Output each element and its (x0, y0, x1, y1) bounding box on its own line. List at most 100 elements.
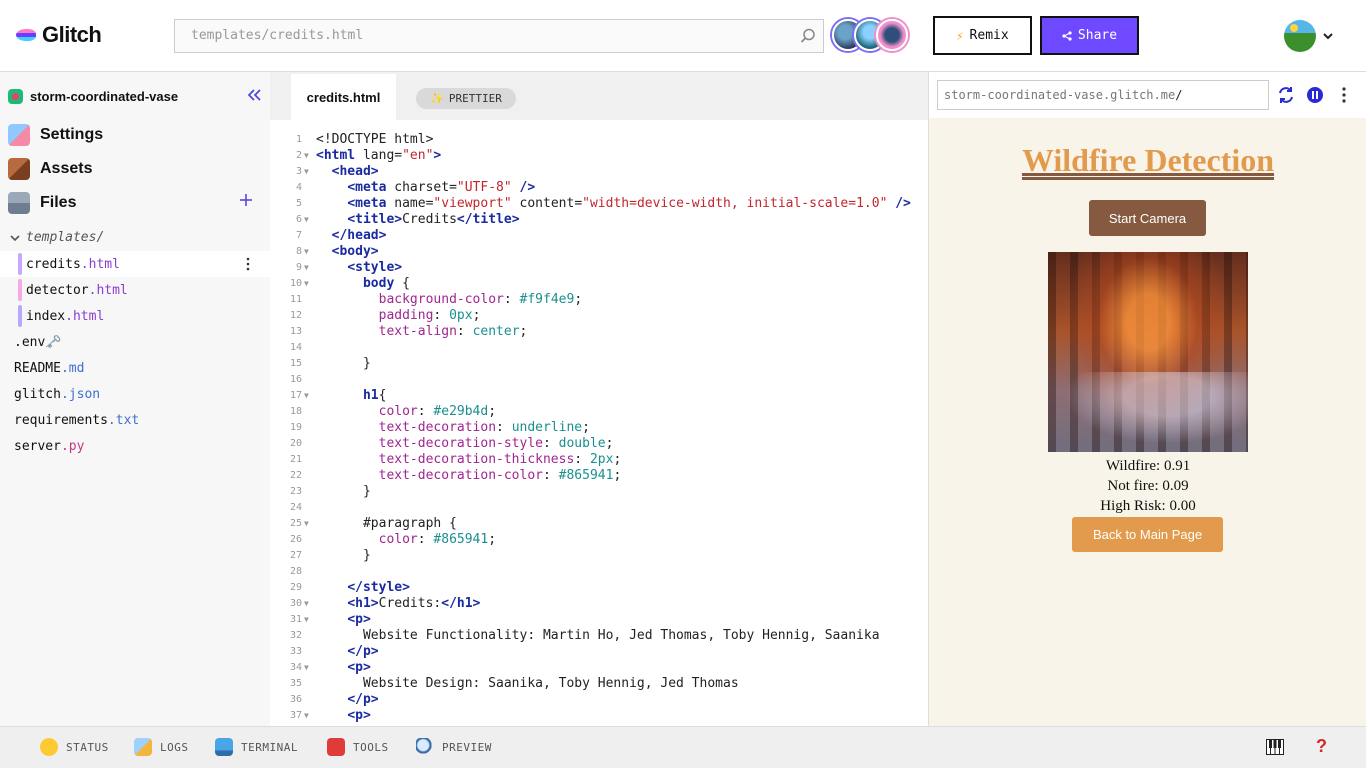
project-title[interactable]: storm-coordinated-vase (8, 89, 178, 104)
status-label: STATUS (66, 740, 109, 754)
sidebar-item-label: Files (40, 194, 77, 211)
share-button[interactable]: Share (1040, 16, 1139, 55)
files-icon (8, 192, 30, 214)
assets-icon (8, 158, 30, 180)
code-editor[interactable]: 1 <!DOCTYPE html> 2 ▼ <html lang="en"> 3 ▼ <… (270, 120, 928, 726)
file-name: .env (14, 334, 46, 350)
search-placeholder: templates/credits.html (191, 28, 364, 43)
top-bar: Glitch templates/credits.html ⚡ Remix Sh… (0, 0, 1366, 72)
back-to-main-button[interactable]: Back to Main Page (1072, 517, 1223, 552)
file-item-server[interactable]: server .py (0, 433, 270, 459)
logs-button[interactable]: LOGS (134, 738, 189, 756)
tab-credits-html[interactable]: credits.html (291, 74, 396, 120)
preview-url-suffix: / (1175, 88, 1183, 102)
search-icon[interactable] (799, 27, 817, 45)
file-name: index (26, 308, 66, 324)
file-ext: .html (88, 282, 128, 298)
chevron-down-icon[interactable] (1322, 30, 1334, 42)
logs-label: LOGS (160, 740, 189, 754)
file-name: server (14, 438, 61, 454)
chevron-down-icon (10, 234, 20, 241)
share-icon (1062, 30, 1072, 41)
sidebar-item-settings[interactable]: Settings (8, 124, 103, 146)
search-input[interactable]: templates/credits.html (174, 19, 824, 53)
sidebar: storm-coordinated-vase Settings Assets F… (0, 72, 270, 726)
sidebar-item-label: Settings (40, 126, 104, 143)
file-name: detector (26, 282, 89, 298)
help-button[interactable]: ? (1316, 736, 1327, 757)
file-item-readme[interactable]: README .md (0, 355, 270, 381)
sidebar-item-label: Assets (40, 160, 93, 177)
preview-toolbar: storm-coordinated-vase.glitch.me/ (929, 72, 1366, 118)
file-indicator (18, 305, 22, 327)
prettier-button[interactable]: ✨ PRETTIER (416, 88, 516, 109)
terminal-button[interactable]: TERMINAL (215, 738, 298, 756)
smiley-icon (40, 738, 58, 756)
file-ext: .py (60, 438, 85, 454)
glitch-fish-icon (14, 26, 38, 44)
more-options-icon[interactable] (1341, 86, 1347, 104)
project-name: storm-coordinated-vase (30, 89, 179, 104)
file-name: credits (26, 256, 81, 272)
sidebar-item-assets[interactable]: Assets (8, 158, 92, 180)
user-avatar[interactable] (1284, 20, 1316, 52)
preview-button[interactable]: PREVIEW (416, 738, 492, 756)
wildfire-score: Wildfire: 0.91 (1105, 458, 1191, 474)
file-item-index[interactable]: index .html (0, 303, 270, 329)
preview-label: PREVIEW (442, 740, 492, 754)
folder-templates[interactable]: templates/ (10, 230, 104, 245)
file-item-env[interactable]: .env 🗝️ (0, 329, 270, 355)
file-item-glitch-json[interactable]: glitch .json (0, 381, 270, 407)
file-indicator (18, 279, 22, 301)
magnifier-icon (416, 738, 434, 756)
file-item-requirements[interactable]: requirements .txt (0, 407, 270, 433)
sparkle-icon: ✨ (430, 92, 444, 105)
file-indicator (18, 253, 22, 275)
file-name: requirements (14, 412, 108, 428)
remix-label: Remix (969, 28, 1009, 43)
settings-icon (8, 124, 30, 146)
glitch-logo[interactable]: Glitch (14, 22, 102, 48)
file-options-icon[interactable] (244, 256, 252, 272)
file-ext: .html (80, 256, 120, 272)
terminal-label: TERMINAL (241, 740, 298, 754)
collaborator-avatars (832, 19, 908, 51)
high-risk-score: High Risk: 0.00 (1100, 498, 1196, 514)
bottom-bar: STATUS LOGS TERMINAL TOOLS PREVIEW ? (0, 726, 1366, 768)
tools-button[interactable]: TOOLS (327, 738, 389, 756)
tab-label: credits.html (306, 89, 381, 105)
terminal-icon (215, 738, 233, 756)
file-item-detector[interactable]: detector .html (0, 277, 270, 303)
collapse-sidebar-icon[interactable] (246, 88, 262, 102)
file-item-credits[interactable]: credits .html (0, 251, 270, 277)
share-label: Share (1077, 28, 1118, 43)
add-file-icon[interactable] (239, 193, 253, 207)
file-ext: .txt (107, 412, 140, 428)
lightning-icon: ⚡ (956, 28, 964, 43)
sidebar-item-files[interactable]: Files (8, 192, 76, 214)
folder-label: templates/ (26, 230, 105, 245)
collaborator-avatar[interactable] (876, 19, 908, 51)
key-icon: 🗝️ (45, 334, 62, 350)
preview-pane: storm-coordinated-vase.glitch.me/ Wildfi… (928, 72, 1366, 726)
file-name: glitch (14, 386, 61, 402)
tools-label: TOOLS (353, 740, 389, 754)
editor-tabs: credits.html ✨ PRETTIER (270, 72, 928, 120)
project-icon (8, 89, 23, 104)
refresh-icon[interactable] (1277, 86, 1295, 104)
pause-icon[interactable] (1307, 87, 1323, 103)
start-camera-button[interactable]: Start Camera (1089, 200, 1206, 236)
not-fire-score: Not fire: 0.09 (1107, 478, 1189, 494)
file-ext: .md (60, 360, 85, 376)
status-button[interactable]: STATUS (40, 738, 109, 756)
logs-icon (134, 738, 152, 756)
logo-text: Glitch (42, 22, 102, 47)
file-ext: .json (60, 386, 101, 402)
remix-button[interactable]: ⚡ Remix (933, 16, 1032, 55)
file-name: README (14, 360, 61, 376)
preview-url: storm-coordinated-vase.glitch.me (944, 88, 1176, 102)
page-title: Wildfire Detection (1021, 142, 1275, 178)
file-ext: .html (65, 308, 105, 324)
keyboard-shortcuts-icon[interactable] (1266, 739, 1284, 755)
preview-url-input[interactable]: storm-coordinated-vase.glitch.me/ (937, 80, 1269, 110)
